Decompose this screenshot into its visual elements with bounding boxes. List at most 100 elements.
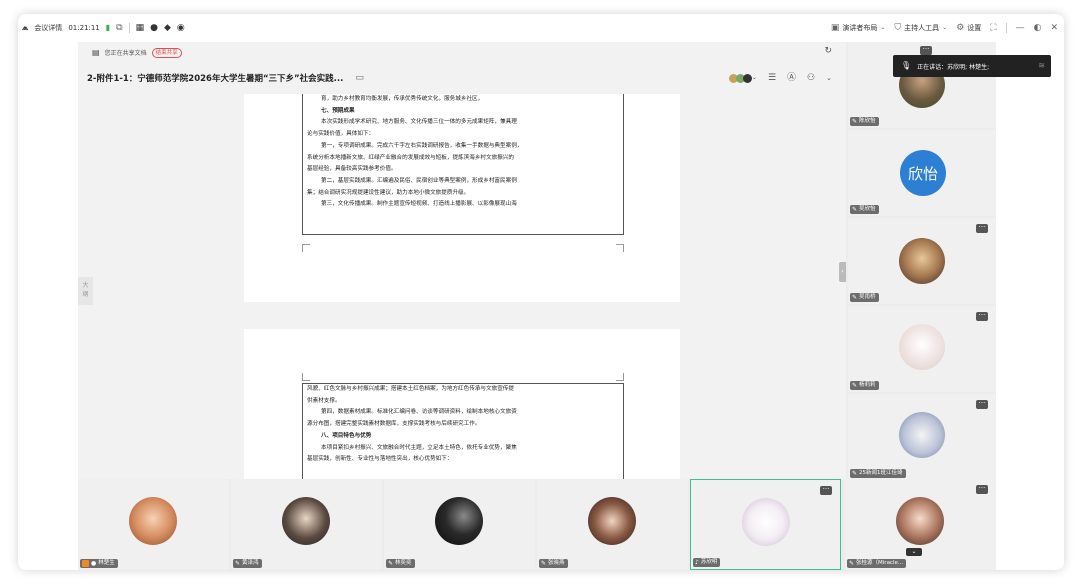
layout-grid-icon[interactable]: ▦	[136, 23, 145, 33]
doc-line: 基层实践，创新性、专业性与落地性突出，核心优势如下：	[307, 456, 453, 463]
outline-tab[interactable]: 大纲	[78, 277, 93, 305]
layout-dropdown[interactable]: ▣ 演讲者布局 ⌄	[831, 23, 886, 33]
more-options-button[interactable]: ···	[976, 224, 988, 233]
doc-line: 系统分析本地播新文旅、红绿产业融合的发展成效与短板，提炼滨海乡村文旅振兴的	[307, 154, 514, 161]
more-options-button[interactable]: ···	[976, 312, 988, 321]
crop-mark	[302, 373, 310, 381]
doc-line: 风貌、红色文脉与乡村振兴成果；搭建本土红色档案，为地方红色传承与文旅宣传提	[307, 386, 514, 392]
document-page: 育，助力乡村教育均衡发展，传承优秀传统文化，服务城乡社区， 七、预期成果 本次实…	[244, 94, 680, 302]
more-options-button[interactable]: ···	[976, 485, 988, 494]
mic-icon: ✎	[849, 559, 855, 567]
host-tools-label: 主持人工具	[904, 24, 940, 32]
close-icon[interactable]: ✕	[1050, 23, 1058, 33]
divider	[128, 23, 130, 33]
host-tools-dropdown[interactable]: ⛉ 主持人工具 ⌄	[894, 23, 947, 33]
layout-label: 演讲者布局	[842, 24, 878, 32]
participant-name-tag: ✎ 陈欣怡	[850, 117, 879, 126]
ai-icon[interactable]: Ⓐ	[787, 73, 796, 83]
speaking-indicator: 🎙 正在讲话：苏欣明; 林楚生; ≋	[893, 55, 1051, 77]
document-toolbar: 2-附件1-1：宁德师范学院2026年大学生暑期“三下乡”社会实践... ▭ ⌄…	[78, 63, 846, 93]
doc-line: 论与实践价值，具体如下：	[307, 131, 375, 138]
doc-line: 基层经验，具备较高实践参考价值。	[307, 166, 397, 173]
document-icon: ▤	[92, 47, 100, 57]
participant-name-tag: ✎ 杨莉莉	[850, 381, 879, 390]
fullscreen-icon[interactable]: ⛶	[990, 23, 996, 33]
collaborators-avatars[interactable]: ⌄	[728, 73, 757, 83]
avatar	[588, 497, 636, 545]
crop-mark	[616, 373, 624, 381]
mic-icon: ♪	[695, 558, 699, 566]
avatar	[282, 497, 330, 545]
settings-label: 设置	[967, 24, 982, 32]
menu-icon[interactable]: ☰	[768, 73, 776, 83]
avatar	[129, 497, 177, 545]
participant-tile[interactable]: ··· ✎ 吴雨桥	[848, 218, 996, 304]
participant-tile[interactable]: ✎ 林奕奕	[384, 479, 535, 570]
participant-tile[interactable]: ··· ✎ 杨莉莉	[848, 306, 996, 392]
more-options-button[interactable]: ···	[920, 46, 932, 55]
mic-icon: ✎	[541, 559, 547, 567]
add-user-icon[interactable]: ⚇	[807, 73, 815, 83]
participant-name: 林奕奕	[395, 560, 412, 566]
collapse-panel-handle[interactable]: ›	[839, 262, 846, 282]
participant-tile[interactable]: 欣怡 ✎ 吴欣怡	[848, 130, 996, 216]
participant-tile[interactable]: ··· ✎ 张桂源（Miracle...	[845, 479, 996, 570]
doc-line: 本次实践形成学术研究、地方服务、文化传播三位一体的多元成果矩阵，兼具理	[321, 119, 517, 126]
restore-icon[interactable]: ◐	[1034, 23, 1042, 33]
titlebar: ⩕ 会议详情 01:21:11 ▮ ⧉ ▦ ● ◆ ◉ ▣ 演讲者布局 ⌄ ⛉ 主持人…	[18, 14, 1064, 42]
doc-line: 源分布图，搭建完整实践素材数据库，支撑实践考核与后续研究工作。	[307, 421, 481, 428]
participant-name-tag: ● 林楚生	[80, 559, 118, 568]
document-page: 风貌、红色文脉与乡村振兴成果；搭建本土红色档案，为地方红色传承与文旅宣传提 供素…	[244, 329, 680, 479]
app-logo-icon: ⩕	[22, 23, 29, 32]
avatar	[899, 324, 945, 370]
mic-icon: ✎	[852, 205, 858, 213]
mic-icon: ✎	[852, 117, 858, 125]
participant-name: 杨莉莉	[859, 382, 876, 388]
doc-line: 第一，专项调研成果。完成六千字左右实践调研报告，收集一手数据与典型案例，	[321, 142, 523, 149]
mic-icon: ●	[91, 559, 97, 567]
chat-icon[interactable]: ◆	[164, 23, 171, 33]
participant-name: 苏欣明	[700, 559, 718, 565]
doc-line: 集；结合调研实况规提建设性建议，助力本地小微文旅提质升级。	[307, 189, 470, 196]
users-icon[interactable]: ●	[150, 23, 158, 33]
mic-icon: ✎	[388, 559, 394, 567]
divider	[1005, 23, 1007, 33]
page-text-block: 风貌、红色文脉与乡村振兴成果；搭建本土红色档案，为地方红色传承与文旅宣传提 供素…	[302, 383, 624, 479]
participant-tile[interactable]: ··· ✎ 25新闻1班江佳琦	[848, 394, 996, 480]
participant-name: 吴欣怡	[859, 206, 876, 212]
popout-icon[interactable]: ⧉	[116, 23, 122, 33]
participant-tile[interactable]: ● 林楚生	[78, 479, 229, 570]
meeting-details-button[interactable]: 会议详情	[34, 23, 62, 33]
participant-name-tag: ✎ 张桂源（Miracle...	[847, 559, 907, 568]
chevron-down-icon[interactable]: ⌄	[826, 74, 832, 82]
participant-tile-active-speaker[interactable]: ··· ♪ 苏欣明	[690, 479, 841, 570]
speaking-label: 正在讲话：苏欣明; 林楚生;	[917, 63, 990, 71]
more-options-button[interactable]: ···	[820, 486, 832, 495]
more-options-button[interactable]: ···	[976, 400, 988, 409]
avatar: 欣怡	[900, 150, 946, 196]
participant-name: 张桂源（Miracle...	[856, 560, 904, 566]
outline-tab-label: 大纲	[82, 282, 89, 298]
settings-button[interactable]: ⚙ 设置	[956, 23, 981, 33]
crop-mark	[302, 244, 310, 252]
scroll-down-button[interactable]: ⌄	[906, 548, 922, 556]
meeting-duration: 01:21:11	[68, 24, 100, 32]
doc-line: 第四，数据素材成果。标准化汇编问卷、访谈等调研资料，绘制本地核心文旅资	[321, 409, 517, 416]
refresh-icon[interactable]: ↻	[824, 46, 832, 56]
stop-share-button[interactable]: 结束共享	[151, 47, 182, 58]
meeting-window: ⩕ 会议详情 01:21:11 ▮ ⧉ ▦ ● ◆ ◉ ▣ 演讲者布局 ⌄ ⛉ 主持人…	[18, 14, 1064, 570]
participant-tile[interactable]: ✎ 黄泽鸿	[231, 479, 382, 570]
participant-name-tag: ✎ 黄泽鸿	[233, 559, 262, 568]
participant-name: 张晓燕	[548, 560, 565, 566]
minimize-icon[interactable]: —	[1016, 23, 1025, 33]
audio-wave-icon: ≋	[1038, 61, 1045, 70]
record-icon[interactable]: ◉	[177, 23, 185, 33]
participant-name: 黄泽鸿	[242, 560, 259, 566]
folder-icon[interactable]: ▭	[355, 73, 364, 83]
avatar	[899, 238, 945, 284]
meeting-details-label: 会议详情	[34, 24, 63, 32]
sharing-label: 您正在共享文档	[104, 50, 147, 57]
chevron-down-icon: ⌄	[880, 24, 886, 31]
participant-tile[interactable]: ✎ 张晓燕	[537, 479, 688, 570]
doc-line: 第三，文化传播成果。制作主题宣传短视频、打造线上播影展、以影像展现山海	[321, 201, 517, 208]
